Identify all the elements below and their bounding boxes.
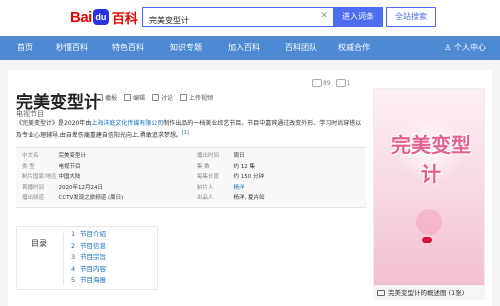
info-value: 约 150 分钟 — [233, 174, 264, 180]
like-count: 89 — [323, 79, 331, 87]
info-row: 制片国家/地区 中国大陆 每集长度 约 150 分钟 — [16, 172, 366, 183]
info-value: 中国大陆 — [58, 174, 81, 180]
summary-text-pre: 《完美变型计》是2020年由 — [16, 120, 92, 127]
summary-paragraph: 《完美变型计》是2020年由上海洋庭文化传媒有限公司制作出品的一档美业综艺节目。… — [16, 119, 362, 140]
toc-item[interactable]: 4 节目内容 — [71, 264, 106, 276]
toc-label: 节目海报 — [80, 276, 106, 284]
toc-label: 节目内容 — [80, 264, 106, 273]
info-key: 出品人 — [197, 195, 214, 201]
info-value: 电视节目 — [58, 163, 81, 170]
info-value: 杨洋, 夏卉如 — [233, 195, 265, 201]
nav-item-team[interactable]: 百科团队 — [285, 36, 317, 60]
toc-number: 3 — [71, 253, 76, 261]
info-key: 每集长度 — [197, 174, 220, 180]
info-key: 集 数 — [197, 163, 210, 170]
toc-number: 5 — [71, 276, 76, 284]
discuss-icon — [152, 94, 160, 101]
info-row: 类 型 电视节目 集 数 约 12 集 — [16, 162, 366, 173]
nav-item-home[interactable]: 首页 — [17, 36, 33, 60]
search-input[interactable] — [143, 11, 313, 30]
toc-item[interactable]: 1 节目介绍 — [71, 229, 106, 241]
close-icon[interactable]: ✕ — [320, 11, 328, 21]
info-key: 制片国家/地区 — [22, 174, 57, 180]
image-caption-text: 完美变型计的概述图 (1张) — [388, 289, 465, 297]
edit-button[interactable]: 编辑 — [124, 93, 145, 102]
upload-video-label: 上传视频 — [189, 95, 214, 102]
edit-icon — [124, 94, 132, 101]
logo-bai: Bai — [70, 8, 92, 26]
info-value: 完美变型计 — [58, 153, 86, 159]
edit-label: 编辑 — [133, 95, 146, 102]
camera-icon — [377, 290, 385, 296]
poster-title-art: 完美变型计 — [391, 133, 471, 186]
table-of-contents: 目录 1 节目介绍 2 节目信息 3 节目宗旨 4 节目内容 5 节目海报 — [16, 226, 158, 290]
upload-video-button[interactable]: 上传视频 — [180, 93, 213, 102]
share-count: 1 — [346, 79, 351, 87]
info-row: 首播时间 2020年12月24日 制片人 杨洋 — [16, 183, 366, 194]
video-icon — [180, 94, 188, 101]
cctv-logo-icon — [422, 237, 432, 243]
toc-label: 节目介绍 — [80, 230, 106, 238]
speaker-icon — [96, 94, 103, 101]
toc-divider — [63, 233, 64, 285]
poster-decoration — [416, 209, 442, 235]
nav-item-join[interactable]: 加入百科 — [228, 36, 260, 60]
nav-item-partners[interactable]: 权威合作 — [338, 36, 370, 60]
share-button[interactable]: 1 — [335, 79, 351, 87]
like-button[interactable]: 89 — [312, 79, 331, 87]
search-box: ✕ — [142, 7, 333, 30]
info-key: 播出时间 — [197, 153, 220, 159]
info-row: 中文名 完美变型计 播出时间 周日 — [16, 151, 366, 162]
producer-link[interactable]: 杨洋 — [233, 183, 366, 194]
info-key: 类 型 — [22, 163, 35, 170]
side-actions: 89 1 — [312, 79, 350, 87]
site-search-button[interactable]: 全站搜索 — [386, 7, 436, 27]
company-link[interactable]: 上海洋庭文化传媒有限公司 — [91, 120, 163, 127]
toc-number: 1 — [71, 230, 76, 238]
toc-item[interactable]: 5 节目海报 — [71, 275, 106, 287]
info-row: 播出频道 CCTV发现之旅频道 (周日) 出品人 杨洋, 夏卉如 — [16, 193, 366, 204]
info-value: CCTV发现之旅频道 (周日) — [58, 195, 124, 201]
toc-label: 节目宗旨 — [80, 253, 106, 261]
toc-label: 节目信息 — [80, 241, 106, 250]
toc-title: 目录 — [31, 239, 47, 248]
info-key: 首播时间 — [22, 184, 45, 191]
discuss-label: 讨论 — [161, 95, 174, 102]
nav-item-topics[interactable]: 知识专题 — [170, 36, 202, 60]
user-center-link[interactable]: ♙ 个人中心 — [444, 36, 486, 60]
reference-mark[interactable]: [1] — [182, 130, 189, 136]
toc-number: 4 — [71, 264, 76, 273]
toc-number: 2 — [71, 241, 76, 250]
logo-baike: 百科 — [111, 10, 138, 26]
enter-entry-button[interactable]: 进入词条 — [333, 7, 383, 27]
info-value: 约 12 集 — [233, 163, 255, 170]
thumb-up-icon — [312, 79, 322, 87]
logo-paw-icon: du — [92, 9, 109, 25]
page-subtitle: 电视节目 — [16, 110, 44, 118]
info-key: 中文名 — [22, 153, 39, 159]
share-icon — [335, 79, 346, 87]
toc-item[interactable]: 3 节目宗旨 — [71, 252, 106, 264]
toc-list: 1 节目介绍 2 节目信息 3 节目宗旨 4 节目内容 5 节目海报 — [71, 229, 106, 287]
info-key: 制片人 — [197, 184, 214, 191]
info-value: 周日 — [233, 153, 245, 159]
image-caption[interactable]: 完美变型计的概述图 (1张) — [373, 286, 485, 300]
basic-info-table: 中文名 完美变型计 播出时间 周日 类 型 电视节目 集 数 约 12 集 制片国家/地… — [16, 147, 366, 208]
main-nav: 首页 秒懂百科 特色百科 知识专题 加入百科 百科团队 权威合作 ♙ 个人中心 — [0, 36, 500, 60]
entry-actions: 播报 编辑 讨论 上传视频 — [96, 93, 213, 102]
nav-item-miaodong[interactable]: 秒懂百科 — [56, 36, 88, 60]
info-value: 2020年12月24日 — [58, 184, 103, 191]
user-icon: ♙ — [444, 43, 454, 52]
toc-item[interactable]: 2 节目信息 — [71, 241, 106, 253]
broadcast-label: 播报 — [105, 95, 118, 102]
nav-item-featured[interactable]: 特色百科 — [112, 36, 144, 60]
top-bar: Bai du 百科 ✕ 进入词条 全站搜索 — [0, 0, 500, 36]
baidu-baike-logo[interactable]: Bai du 百科 — [70, 7, 138, 27]
discuss-button[interactable]: 讨论 — [152, 93, 173, 102]
summary-image[interactable]: 完美变型计 — [373, 88, 485, 286]
broadcast-button[interactable]: 播报 — [96, 93, 117, 102]
info-key: 播出频道 — [22, 195, 45, 201]
user-center-label: 个人中心 — [454, 43, 486, 52]
